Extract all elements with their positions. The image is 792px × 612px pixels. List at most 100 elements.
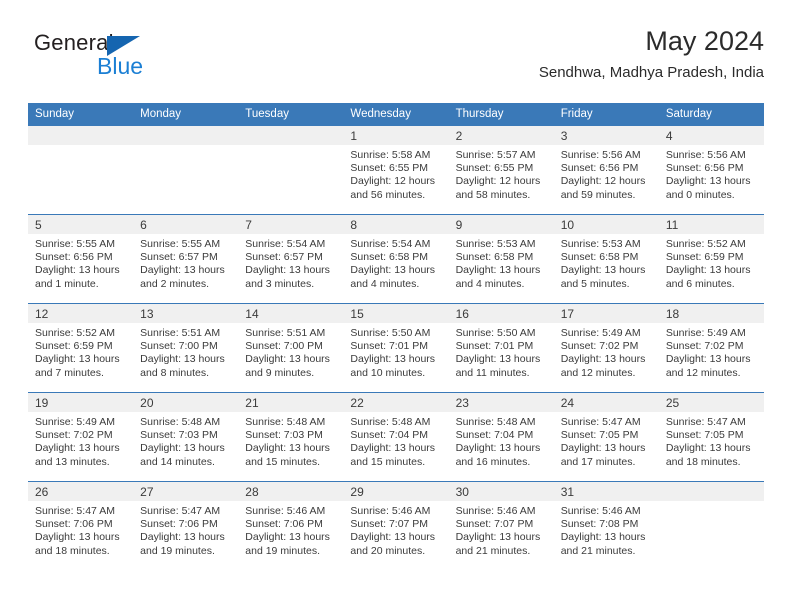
day-number: 31: [553, 482, 659, 501]
day-details: Sunrise: 5:58 AM Sunset: 6:55 PM Daylight:…: [343, 145, 448, 202]
page-subtitle: Sendhwa, Madhya Pradesh, India: [538, 64, 764, 81]
calendar-day-cell[interactable]: 7 Sunrise: 5:54 AM Sunset: 6:57 PM Daylight…: [238, 214, 344, 304]
weekday-header-wednesday: Wednesday: [343, 103, 449, 126]
day-details: Sunrise: 5:47 AM Sunset: 7:05 PM Daylight:…: [554, 412, 659, 469]
day-detail-line: Sunrise: 5:49 AM: [35, 416, 115, 428]
day-detail-line: and 56 minutes.: [350, 188, 426, 201]
day-detail-line: Daylight: 13 hours: [350, 531, 436, 544]
day-number: 15: [343, 304, 449, 323]
calendar-day-cell[interactable]: 28 Sunrise: 5:46 AM Sunset: 7:06 PM Dayligh…: [238, 481, 344, 571]
page-header: General Blue May 2024 Sendhwa, Madhya Pr…: [28, 24, 764, 96]
calendar-day-cell[interactable]: [658, 481, 764, 571]
day-detail-line: Daylight: 13 hours: [35, 264, 120, 277]
day-detail-line: Sunset: 7:08 PM: [560, 518, 639, 531]
calendar-day-cell[interactable]: 30 Sunrise: 5:46 AM Sunset: 7:07 PM Dayligh…: [448, 481, 554, 571]
calendar-day-cell[interactable]: 10 Sunrise: 5:53 AM Sunset: 6:58 PM Dayligh…: [553, 214, 659, 304]
day-detail-line: Daylight: 13 hours: [455, 353, 541, 366]
calendar-day-cell[interactable]: 6 Sunrise: 5:55 AM Sunset: 6:57 PM Daylight…: [133, 214, 239, 304]
calendar-day-cell[interactable]: 20 Sunrise: 5:48 AM Sunset: 7:03 PM Dayligh…: [133, 392, 239, 482]
day-detail-line: and 1 minute.: [35, 277, 99, 290]
day-detail-line: and 12 minutes.: [560, 366, 636, 379]
day-cell-content: 27 Sunrise: 5:47 AM Sunset: 7:06 PM Dayligh…: [133, 482, 239, 570]
day-cell-content: 6 Sunrise: 5:55 AM Sunset: 6:57 PM Daylight…: [133, 215, 239, 303]
day-detail-line: Daylight: 12 hours: [560, 175, 646, 188]
day-number: 29: [343, 482, 449, 501]
day-detail-line: Sunset: 7:05 PM: [560, 429, 639, 442]
calendar-day-cell[interactable]: 24 Sunrise: 5:47 AM Sunset: 7:05 PM Dayligh…: [553, 392, 659, 482]
day-detail-line: Sunset: 7:07 PM: [350, 518, 429, 531]
day-number: 2: [448, 126, 554, 145]
day-detail-line: Sunrise: 5:47 AM: [35, 505, 115, 517]
day-details: Sunrise: 5:49 AM Sunset: 7:02 PM Daylight:…: [659, 323, 764, 380]
day-details: Sunrise: 5:56 AM Sunset: 6:56 PM Daylight:…: [659, 145, 764, 202]
day-detail-line: Daylight: 13 hours: [35, 353, 120, 366]
calendar-day-cell[interactable]: 25 Sunrise: 5:47 AM Sunset: 7:05 PM Dayligh…: [658, 392, 764, 482]
day-detail-line: Daylight: 13 hours: [665, 353, 751, 366]
day-detail-line: Daylight: 13 hours: [140, 353, 225, 366]
calendar-day-cell[interactable]: 21 Sunrise: 5:48 AM Sunset: 7:03 PM Dayligh…: [238, 392, 344, 482]
calendar-day-cell[interactable]: 31 Sunrise: 5:46 AM Sunset: 7:08 PM Dayligh…: [553, 481, 659, 571]
day-detail-line: Daylight: 12 hours: [455, 175, 541, 188]
general-blue-logo[interactable]: General Blue: [34, 30, 264, 86]
day-cell-content: 31 Sunrise: 5:46 AM Sunset: 7:08 PM Dayligh…: [553, 482, 659, 570]
day-number: 28: [238, 482, 344, 501]
day-detail-line: Sunset: 6:58 PM: [350, 251, 429, 264]
calendar-day-cell[interactable]: 4 Sunrise: 5:56 AM Sunset: 6:56 PM Daylight…: [658, 125, 764, 215]
day-detail-line: Daylight: 13 hours: [455, 442, 541, 455]
calendar-day-cell[interactable]: 14 Sunrise: 5:51 AM Sunset: 7:00 PM Dayligh…: [238, 303, 344, 393]
day-detail-line: Sunrise: 5:47 AM: [560, 416, 641, 428]
day-details: Sunrise: 5:48 AM Sunset: 7:04 PM Daylight:…: [449, 412, 554, 469]
calendar-day-cell[interactable]: 26 Sunrise: 5:47 AM Sunset: 7:06 PM Dayligh…: [28, 481, 134, 571]
day-number: 11: [658, 215, 764, 234]
calendar-day-cell[interactable]: 1 Sunrise: 5:58 AM Sunset: 6:55 PM Daylight…: [343, 125, 449, 215]
day-detail-line: Sunrise: 5:56 AM: [665, 149, 746, 161]
day-detail-line: and 0 minutes.: [665, 188, 735, 201]
calendar-week-row: 1 Sunrise: 5:58 AM Sunset: 6:55 PM Daylight…: [28, 125, 764, 215]
day-detail-line: Sunrise: 5:53 AM: [455, 238, 536, 250]
day-detail-line: and 6 minutes.: [665, 277, 735, 290]
calendar-day-cell[interactable]: 16 Sunrise: 5:50 AM Sunset: 7:01 PM Dayligh…: [448, 303, 554, 393]
calendar-day-cell[interactable]: 15 Sunrise: 5:50 AM Sunset: 7:01 PM Dayligh…: [343, 303, 449, 393]
calendar-day-cell[interactable]: [28, 125, 134, 215]
calendar-day-cell[interactable]: 8 Sunrise: 5:54 AM Sunset: 6:58 PM Daylight…: [343, 214, 449, 304]
calendar-day-cell[interactable]: [133, 125, 239, 215]
calendar-day-cell[interactable]: 2 Sunrise: 5:57 AM Sunset: 6:55 PM Daylight…: [448, 125, 554, 215]
calendar-day-cell[interactable]: 22 Sunrise: 5:48 AM Sunset: 7:04 PM Dayligh…: [343, 392, 449, 482]
day-details: Sunrise: 5:54 AM Sunset: 6:57 PM Daylight:…: [238, 234, 343, 291]
weekday-header-sunday: Sunday: [28, 103, 134, 126]
calendar-day-cell[interactable]: 23 Sunrise: 5:48 AM Sunset: 7:04 PM Dayligh…: [448, 392, 554, 482]
day-detail-line: Daylight: 13 hours: [140, 531, 225, 544]
day-detail-line: Sunset: 7:03 PM: [245, 429, 323, 442]
calendar-grid: Sunday Monday Tuesday Wednesday Thursday…: [28, 103, 764, 571]
calendar-day-cell[interactable]: 19 Sunrise: 5:49 AM Sunset: 7:02 PM Dayligh…: [28, 392, 134, 482]
day-detail-line: and 13 minutes.: [35, 455, 110, 468]
day-cell-content: 28 Sunrise: 5:46 AM Sunset: 7:06 PM Dayligh…: [238, 482, 344, 570]
calendar-day-cell[interactable]: 12 Sunrise: 5:52 AM Sunset: 6:59 PM Dayligh…: [28, 303, 134, 393]
calendar-day-cell[interactable]: 13 Sunrise: 5:51 AM Sunset: 7:00 PM Dayligh…: [133, 303, 239, 393]
calendar-day-cell[interactable]: [238, 125, 344, 215]
day-detail-line: Daylight: 13 hours: [350, 353, 436, 366]
day-detail-line: and 18 minutes.: [35, 544, 110, 557]
day-cell-content: 19 Sunrise: 5:49 AM Sunset: 7:02 PM Dayligh…: [28, 393, 134, 481]
day-detail-line: and 3 minutes.: [245, 277, 315, 290]
calendar-day-cell[interactable]: 17 Sunrise: 5:49 AM Sunset: 7:02 PM Dayligh…: [553, 303, 659, 393]
day-detail-line: Sunrise: 5:52 AM: [35, 327, 115, 339]
day-cell-empty: [133, 126, 239, 214]
day-cell-content: 11 Sunrise: 5:52 AM Sunset: 6:59 PM Dayligh…: [658, 215, 764, 303]
calendar-day-cell[interactable]: 3 Sunrise: 5:56 AM Sunset: 6:56 PM Daylight…: [553, 125, 659, 215]
day-detail-line: Sunset: 6:58 PM: [455, 251, 534, 264]
day-detail-line: Sunrise: 5:54 AM: [245, 238, 326, 250]
calendar-day-cell[interactable]: 29 Sunrise: 5:46 AM Sunset: 7:07 PM Dayligh…: [343, 481, 449, 571]
day-detail-line: and 58 minutes.: [455, 188, 531, 201]
day-cell-content: 13 Sunrise: 5:51 AM Sunset: 7:00 PM Dayligh…: [133, 304, 239, 392]
day-detail-line: Sunrise: 5:47 AM: [665, 416, 746, 428]
day-details: Sunrise: 5:49 AM Sunset: 7:02 PM Daylight:…: [28, 412, 133, 469]
day-detail-line: Sunrise: 5:46 AM: [350, 505, 431, 517]
calendar-day-cell[interactable]: 5 Sunrise: 5:55 AM Sunset: 6:56 PM Daylight…: [28, 214, 134, 304]
day-details: Sunrise: 5:46 AM Sunset: 7:06 PM Daylight:…: [238, 501, 343, 558]
calendar-day-cell[interactable]: 11 Sunrise: 5:52 AM Sunset: 6:59 PM Dayligh…: [658, 214, 764, 304]
calendar-day-cell[interactable]: 27 Sunrise: 5:47 AM Sunset: 7:06 PM Dayligh…: [133, 481, 239, 571]
day-detail-line: Daylight: 13 hours: [140, 442, 225, 455]
calendar-day-cell[interactable]: 18 Sunrise: 5:49 AM Sunset: 7:02 PM Dayligh…: [658, 303, 764, 393]
calendar-day-cell[interactable]: 9 Sunrise: 5:53 AM Sunset: 6:58 PM Daylight…: [448, 214, 554, 304]
